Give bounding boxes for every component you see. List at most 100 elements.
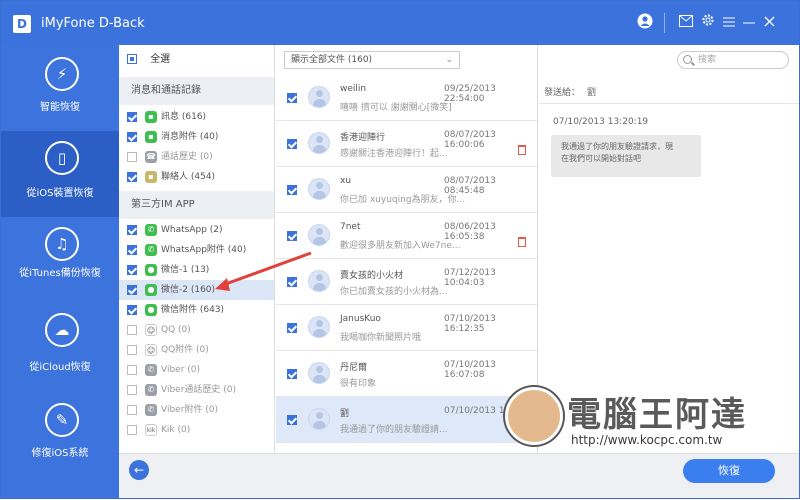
minimize-icon[interactable] [739, 13, 759, 33]
avatar [308, 270, 330, 292]
checkbox[interactable] [127, 111, 137, 122]
category-contacts[interactable]: ▪ 聯絡人 (454) [119, 167, 274, 187]
viber-icon: ✆ [145, 363, 157, 376]
wechat-attachment-icon: ● [145, 303, 157, 316]
category-label: WhatsApp附件 (40) [161, 245, 247, 255]
search-input[interactable]: 搜索 [677, 51, 789, 69]
repair-icon: ✎ [45, 403, 79, 437]
message-time: 07/12/2013 10:04:03 [444, 268, 496, 288]
watermark-mascot [505, 387, 563, 445]
checkbox[interactable] [127, 151, 137, 162]
category-message-attachments[interactable]: ▪ 消息附件 (40) [119, 127, 274, 147]
category-whatsapp-attachments[interactable]: ✆ WhatsApp附件 (40) [119, 240, 274, 260]
sidebar-item-label: 從iTunes備份恢復 [19, 268, 101, 279]
icloud-icon: ☁ [45, 313, 79, 347]
file-filter-dropdown[interactable]: 顯示全部文件 (160) ⌄ [284, 51, 460, 69]
category-wechat-attachments[interactable]: ● 微信附件 (643) [119, 300, 274, 320]
checkbox[interactable] [287, 277, 297, 287]
category-label: 微信-2 (160) [161, 285, 216, 295]
contact-name: weilin [340, 84, 367, 94]
checkbox[interactable] [127, 131, 137, 142]
checkbox[interactable] [287, 369, 297, 379]
checkbox[interactable] [287, 139, 297, 149]
user-icon[interactable] [635, 13, 655, 33]
message-row[interactable]: 7net 08/06/2013 16:05:38 歡迎很多朋友新加入We7ne.… [276, 213, 537, 259]
chevron-down-icon: ⌄ [445, 55, 453, 65]
category-label: WhatsApp (2) [161, 225, 223, 235]
category-qq-attachments[interactable]: ☺ QQ附件 (0) [119, 340, 274, 360]
category-viber-call-history[interactable]: ✆ Viber通話歷史 (0) [119, 380, 274, 400]
section-header-messages: 消息和通話記錄 [119, 77, 274, 105]
sidebar-item-icloud[interactable]: ☁ 從iCloud恢復 [1, 303, 119, 389]
qq-attachment-icon: ☺ [145, 343, 157, 356]
sidebar-item-itunes[interactable]: ♫ 從iTunes備份恢復 [1, 217, 119, 303]
select-all-row[interactable]: 全選 [119, 45, 274, 75]
checkbox[interactable] [127, 364, 137, 375]
category-wechat-1[interactable]: ● 微信-1 (13) [119, 260, 274, 280]
checkbox[interactable] [287, 231, 297, 241]
viber-attachment-icon: ✆ [145, 403, 157, 416]
gear-icon[interactable] [698, 13, 718, 33]
message-time: 07/10/2013 16:12:35 [444, 314, 496, 334]
category-label: Viber (0) [161, 365, 201, 375]
back-button[interactable]: ← [129, 460, 149, 480]
checkbox[interactable] [127, 404, 137, 415]
checkbox[interactable] [287, 185, 297, 195]
whatsapp-icon: ✆ [145, 223, 157, 236]
message-row[interactable]: weilin 09/25/2013 22:54:00 嘻嘻 擠可以 謝謝關心[微… [276, 75, 537, 121]
kik-icon: kik [145, 423, 157, 436]
message-preview: 歡迎很多朋友新加入We7ne... [340, 241, 461, 251]
category-kik[interactable]: kik Kik (0) [119, 420, 274, 440]
message-row[interactable]: 香港迎陣行 08/07/2013 16:00:06 感謝關注香港迎陣行！起... [276, 121, 537, 167]
category-whatsapp[interactable]: ✆ WhatsApp (2) [119, 220, 274, 240]
contact-name: xu [340, 176, 352, 186]
checkbox[interactable] [127, 424, 137, 435]
sidebar-item-smart-recover[interactable]: ⚡ 智能恢復 [1, 45, 119, 131]
menu-icon[interactable] [719, 13, 739, 33]
checkbox[interactable] [287, 93, 297, 103]
smart-recover-icon: ⚡ [45, 57, 79, 91]
search-icon [683, 55, 692, 64]
sidebar-item-ios-device[interactable]: ▯ 從iOS裝置恢復 [1, 131, 119, 217]
category-wechat-2[interactable]: ● 微信-2 (160) [119, 280, 274, 300]
checkbox[interactable] [127, 324, 137, 335]
close-icon[interactable] [759, 13, 779, 33]
bubble-text: 我通過了你的朋友驗證請求，現 [561, 142, 673, 151]
mail-icon[interactable] [676, 13, 696, 33]
category-call-history[interactable]: ☎ 通話歷史 (0) [119, 147, 274, 167]
watermark-url: http://www.kocpc.com.tw [571, 433, 723, 447]
checkbox[interactable] [127, 344, 137, 355]
checkbox[interactable] [287, 415, 297, 425]
checkbox[interactable] [127, 264, 137, 275]
message-row-selected[interactable]: 劉 07/10/2013 13:... 我通過了你的朋友驗證請... [276, 397, 537, 443]
message-preview: 我通過了你的朋友驗證請... [340, 425, 448, 435]
message-preview: 你已加 xuyuqing為朋友，你... [340, 195, 466, 205]
checkbox[interactable] [287, 323, 297, 333]
category-messages[interactable]: ▪ 訊息 (616) [119, 107, 274, 127]
contact-name: 丹尼爾 [340, 363, 368, 373]
message-bubble: 我通過了你的朋友驗證請求，現 在我們可以開始對話吧 [551, 135, 701, 177]
bubble-text: 在我們可以開始對話吧 [561, 154, 641, 163]
message-row[interactable]: 丹尼爾 07/10/2013 16:07:08 很有印象 [276, 351, 537, 397]
message-row[interactable]: 賣女孩的小火材 07/12/2013 10:04:03 你已加賣女孩的小火材為.… [276, 259, 537, 305]
watermark-brand: 電腦王阿達 [567, 395, 747, 435]
checkbox[interactable] [127, 224, 137, 235]
message-row[interactable]: JanusKuo 07/10/2013 16:12:35 我喝咖你新聞照片哦 [276, 305, 537, 351]
titlebar: D iMyFone D-Back [1, 1, 799, 45]
checkbox[interactable] [127, 384, 137, 395]
category-label: QQ附件 (0) [161, 345, 209, 355]
app-logo: D [13, 15, 31, 33]
avatar [308, 132, 330, 154]
checkbox[interactable] [127, 171, 137, 182]
message-row[interactable]: xu 08/07/2013 08:45:48 你已加 xuyuqing為朋友，你… [276, 167, 537, 213]
checkbox[interactable] [127, 244, 137, 255]
sidebar-item-repair[interactable]: ✎ 修復iOS系統 [1, 389, 119, 475]
select-all-label: 全選 [150, 54, 171, 65]
checkbox[interactable] [127, 284, 137, 295]
category-qq[interactable]: ☺ QQ (0) [119, 320, 274, 340]
select-all-checkbox[interactable] [127, 54, 137, 64]
category-viber[interactable]: ✆ Viber (0) [119, 360, 274, 380]
checkbox[interactable] [127, 304, 137, 315]
deleted-trash-icon [518, 237, 526, 247]
category-viber-attachments[interactable]: ✆ Viber附件 (0) [119, 400, 274, 420]
